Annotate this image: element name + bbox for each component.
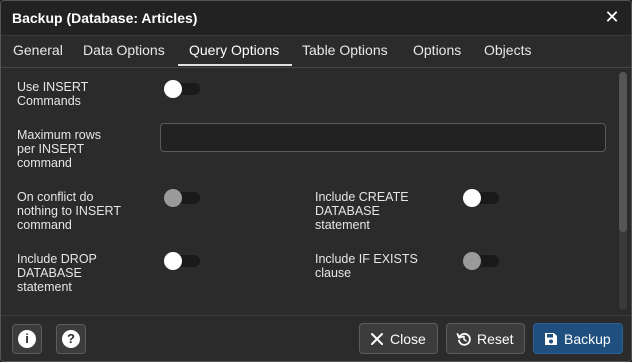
use-insert-toggle[interactable]: [164, 80, 202, 98]
include-if-exists-label: Include IF EXISTS clause: [315, 252, 418, 280]
close-button-label: Close: [390, 331, 426, 347]
toggle-knob: [164, 189, 182, 207]
info-icon: i: [18, 330, 36, 348]
on-conflict-toggle[interactable]: [164, 189, 202, 207]
max-rows-label-line2: per INSERT: [17, 142, 85, 156]
reset-button[interactable]: Reset: [446, 323, 525, 354]
max-rows-label: Maximum rows per INSERT command: [17, 128, 101, 170]
toggle-knob: [164, 80, 182, 98]
include-create-label-line1: Include CREATE: [315, 190, 409, 204]
reset-icon: [456, 332, 471, 346]
include-drop-label-line3: statement: [17, 280, 72, 294]
dialog-footer: i ? Close Reset Backup: [1, 315, 631, 361]
help-icon: ?: [62, 330, 80, 348]
on-conflict-label: On conflict do nothing to INSERT command: [17, 190, 121, 232]
backup-button[interactable]: Backup: [533, 323, 623, 354]
close-icon[interactable]: ✕: [603, 8, 621, 26]
help-button[interactable]: ?: [56, 324, 86, 354]
tab-options[interactable]: Options: [413, 42, 461, 58]
max-rows-input[interactable]: [160, 123, 606, 152]
info-button[interactable]: i: [12, 324, 42, 354]
use-insert-label-line1: Use INSERT: [17, 80, 89, 94]
close-button[interactable]: Close: [359, 323, 438, 354]
vertical-scrollbar[interactable]: [619, 72, 627, 310]
backup-button-label: Backup: [564, 331, 611, 347]
toggle-knob: [463, 252, 481, 270]
tab-data-options[interactable]: Data Options: [83, 42, 165, 58]
backup-dialog: Backup (Database: Articles) ✕ General Da…: [0, 0, 632, 362]
max-rows-label-line3: command: [17, 156, 72, 170]
toggle-knob: [463, 189, 481, 207]
tab-objects[interactable]: Objects: [484, 42, 531, 58]
on-conflict-label-line2: nothing to INSERT: [17, 204, 121, 218]
scrollbar-thumb[interactable]: [619, 72, 627, 232]
include-if-exists-label-line1: Include IF EXISTS: [315, 252, 418, 266]
tab-table-options[interactable]: Table Options: [302, 42, 388, 58]
on-conflict-label-line3: command: [17, 218, 72, 232]
include-create-label: Include CREATE DATABASE statement: [315, 190, 409, 232]
reset-button-label: Reset: [477, 331, 514, 347]
tab-general[interactable]: General: [13, 42, 63, 58]
include-create-toggle[interactable]: [463, 189, 501, 207]
dialog-title: Backup (Database: Articles): [12, 10, 198, 26]
title-bar: Backup (Database: Articles) ✕: [1, 1, 631, 36]
use-insert-label: Use INSERT Commands: [17, 80, 88, 108]
max-rows-label-line1: Maximum rows: [17, 128, 102, 142]
include-drop-label-line1: Include DROP: [17, 252, 97, 266]
include-if-exists-toggle[interactable]: [463, 252, 501, 270]
include-drop-toggle[interactable]: [164, 252, 202, 270]
include-drop-label: Include DROP DATABASE statement: [17, 252, 97, 294]
close-icon: [371, 333, 383, 345]
on-conflict-label-line1: On conflict do: [17, 190, 94, 204]
save-icon: [545, 333, 557, 345]
tab-query-options[interactable]: Query Options: [189, 42, 279, 58]
active-tab-indicator: [178, 64, 292, 66]
include-if-exists-label-line2: clause: [315, 266, 352, 280]
tab-bar: General Data Options Query Options Table…: [1, 36, 631, 68]
include-create-label-line2: DATABASE: [315, 204, 380, 218]
include-create-label-line3: statement: [315, 218, 370, 232]
use-insert-label-line2: Commands: [17, 94, 81, 108]
toggle-knob: [164, 252, 182, 270]
include-drop-label-line2: DATABASE: [17, 266, 82, 280]
query-options-panel: Use INSERT Commands Maximum rows per INS…: [1, 68, 631, 315]
